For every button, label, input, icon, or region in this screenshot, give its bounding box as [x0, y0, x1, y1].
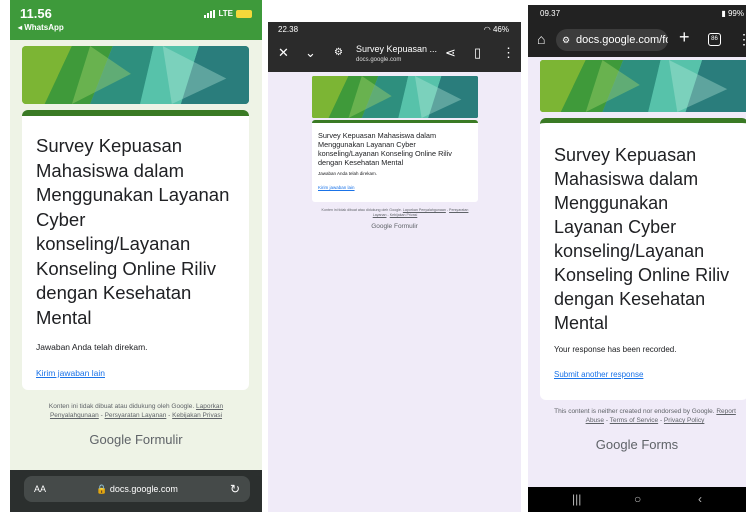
brand-google: Google [595, 437, 638, 452]
terms-of-service-link[interactable]: Terms of Service [610, 417, 658, 424]
google-forms-logo[interactable]: Google Formulir [10, 432, 262, 447]
terms-of-service-link[interactable]: Persyaratan Layanan [105, 412, 167, 419]
back-icon[interactable]: ‹ [698, 492, 702, 506]
reader-aa-button[interactable]: AA [34, 484, 46, 494]
brand-product: Formulir [393, 223, 418, 230]
confirmation-card: Survey Kepuasan Mahasiswa dalam Mengguna… [540, 118, 746, 400]
home-button-icon[interactable]: ○ [634, 492, 641, 506]
status-indicators: ▮ 99% [721, 9, 744, 18]
disclaimer-text: This content is neither created nor endo… [554, 408, 715, 415]
address-text: 🔒 docs.google.com [24, 484, 250, 495]
screenshot-collage: 11.56 ◂ WhatsApp LTE Survey Kepuasan Mah… [0, 0, 746, 512]
address-bar[interactable]: AA 🔒 docs.google.com ↻ [24, 476, 250, 502]
brand-product: Formulir [134, 432, 183, 447]
banner-polygon-art [540, 60, 746, 112]
signal-icon [204, 9, 216, 18]
back-to-whatsapp-link[interactable]: ◂ WhatsApp [18, 23, 64, 32]
submit-another-response-link[interactable]: Kirim jawaban lain [318, 185, 355, 190]
status-time: 09.37 [540, 9, 561, 18]
lock-icon: 🔒 [96, 483, 110, 494]
home-icon[interactable]: ⌂ [537, 31, 545, 47]
new-tab-icon[interactable]: + [679, 27, 690, 48]
brand-google: Google [89, 432, 132, 447]
google-forms-logo[interactable]: Google Formulir [268, 223, 521, 230]
privacy-policy-link[interactable]: Kebijakan Privasi [172, 412, 222, 419]
site-settings-icon[interactable]: ⚙ [562, 29, 570, 51]
status-time: 11.56 [20, 6, 52, 21]
wifi-icon: ◠ [483, 25, 493, 34]
form-title: Survey Kepuasan Mahasiswa dalam Mengguna… [36, 135, 230, 328]
submit-another-response-link[interactable]: Submit another response [554, 370, 643, 379]
disclaimer-text: Konten ini tidak dibuat atau didukung ol… [48, 403, 195, 410]
site-settings-icon[interactable]: ⚙ [334, 46, 343, 60]
chevron-down-icon[interactable]: ⌄ [305, 46, 316, 60]
google-disclaimer: Konten ini tidak dibuat atau didukung ol… [318, 208, 472, 218]
network-type: LTE [218, 9, 233, 18]
reload-icon[interactable]: ↻ [230, 482, 240, 496]
signal-icon: ▮ [721, 9, 728, 18]
phone-screenshot-whatsapp: 11.56 ◂ WhatsApp LTE Survey Kepuasan Mah… [10, 0, 262, 512]
phone-screenshot-android-custom-tab: 22.38 ◠ 46% ✕ ⌄ ⚙ Survey Kepuasan ... do… [268, 22, 521, 512]
status-bar: 09.37 ▮ 99% [528, 5, 746, 23]
banner-polygon-art [22, 46, 249, 104]
more-options-icon[interactable]: ⋮ [502, 46, 515, 60]
chrome-toolbar: ⌂ ⚙ docs.google.com/for + 86 ⋮ [528, 23, 746, 57]
confirmation-card: Survey Kepuasan Mahasiswa dalam Mengguna… [312, 120, 478, 202]
form-header-banner [540, 60, 746, 112]
status-indicators: LTE [204, 9, 252, 18]
report-abuse-link[interactable]: Laporkan Penyalahgunaan [403, 208, 446, 212]
confirmation-card: Survey Kepuasan Mahasiswa dalam Mengguna… [22, 110, 249, 390]
status-bar: 11.56 ◂ WhatsApp LTE [10, 0, 262, 40]
privacy-policy-link[interactable]: Kebijakan Privasi [390, 213, 418, 217]
tab-switcher-icon[interactable]: 86 [708, 33, 721, 46]
form-title: Survey Kepuasan Mahasiswa dalam Mengguna… [318, 131, 452, 167]
banner-polygon-art [312, 76, 478, 118]
phone-screenshot-android-chrome: 09.37 ▮ 99% ⌂ ⚙ docs.google.com/for + 86… [528, 5, 746, 512]
more-options-icon[interactable]: ⋮ [737, 31, 746, 48]
bookmark-icon[interactable]: ▯ [474, 46, 481, 60]
brand-product: Forms [641, 437, 679, 452]
toolbar-url: docs.google.com [356, 57, 402, 63]
form-title: Survey Kepuasan Mahasiswa dalam Mengguna… [554, 145, 730, 333]
omnibox[interactable]: ⚙ docs.google.com/for [556, 29, 668, 51]
custom-tab-toolbar: ✕ ⌄ ⚙ Survey Kepuasan ... docs.google.co… [268, 36, 521, 72]
submit-another-response-link[interactable]: Kirim jawaban lain [36, 368, 105, 378]
battery-percent: 46% [492, 25, 509, 34]
google-disclaimer: Konten ini tidak dibuat atau didukung ol… [26, 402, 246, 420]
close-icon[interactable]: ✕ [278, 46, 289, 60]
battery-charging-icon [236, 9, 252, 18]
google-forms-logo[interactable]: Google Forms [528, 437, 746, 452]
share-icon[interactable]: ⋖ [445, 46, 456, 60]
battery-percent: 99% [727, 9, 744, 18]
safari-bottom-bar: AA 🔒 docs.google.com ↻ [10, 470, 262, 512]
form-header-banner [22, 46, 249, 104]
status-indicators: ◠ 46% [484, 25, 509, 34]
response-recorded-message: Jawaban Anda telah direkam. [36, 342, 148, 352]
google-disclaimer: This content is neither created nor endo… [550, 407, 740, 425]
url-text: docs.google.com [109, 483, 178, 494]
brand-google: Google [371, 223, 393, 230]
form-header-banner [312, 76, 478, 118]
recent-apps-icon[interactable]: ||| [572, 492, 581, 506]
omnibox-url: docs.google.com/for [576, 34, 668, 46]
toolbar-title: Survey Kepuasan ... [356, 44, 438, 54]
disclaimer-text: Konten ini tidak dibuat atau didukung ol… [321, 208, 402, 212]
response-recorded-message: Your response has been recorded. [554, 345, 677, 354]
status-bar: 22.38 ◠ 46% [268, 22, 521, 36]
privacy-policy-link[interactable]: Privacy Policy [664, 417, 704, 424]
android-nav-bar: ||| ○ ‹ [528, 487, 746, 512]
status-time: 22.38 [278, 25, 299, 34]
